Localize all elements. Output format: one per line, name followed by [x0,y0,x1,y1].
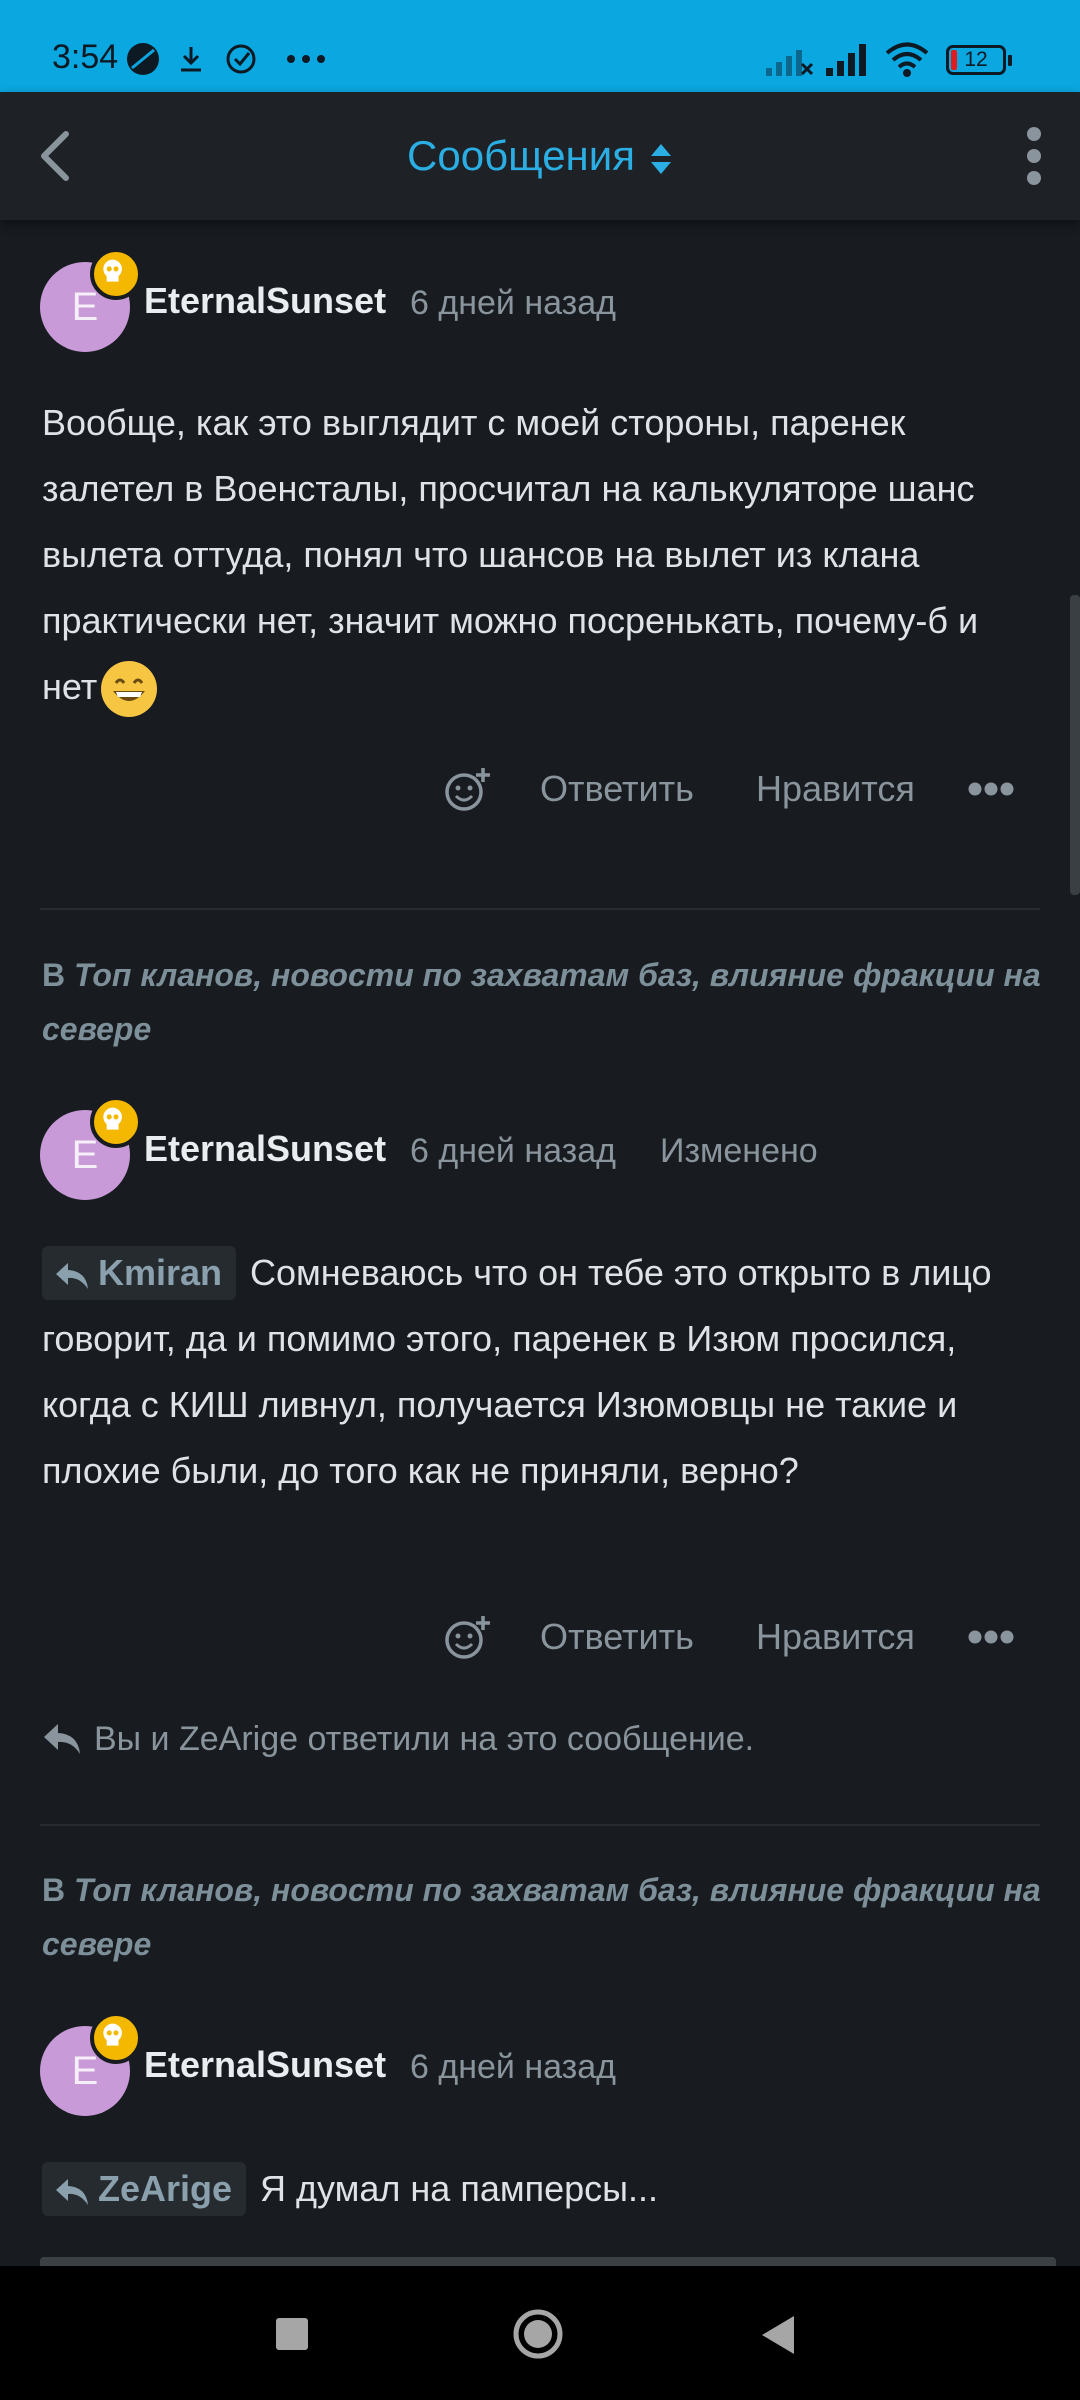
task-done-icon [226,44,256,74]
replied-note[interactable]: Вы и ZeArige ответили на это сообщение. [42,1720,754,1759]
system-nav-bar [0,2266,1080,2400]
reply-button[interactable]: Ответить [540,768,694,810]
topic-title: Топ кланов, новости по захватам баз, вли… [42,957,1041,1047]
page-title[interactable]: Сообщения [0,132,1080,180]
message-text-content: Я думал на памперсы... [260,2168,659,2209]
replied-note-text: Вы и ZeArige ответили на это сообщение. [94,1720,755,1758]
author-name[interactable]: EternalSunset [144,280,386,322]
status-time: 3:54 [52,38,119,76]
topic-prefix: В [42,1872,66,1908]
message-text: Вообще, как это выглядит с моей стороны,… [42,390,1042,720]
page-title-text: Сообщения [407,132,635,179]
message-text: Kmiran Сомневаюсь что он тебе это открыто… [42,1240,1042,1504]
download-icon [181,47,201,72]
back-nav-icon[interactable] [758,2314,796,2356]
more-horiz-icon[interactable] [968,782,1014,796]
app-bar: Сообщения [0,92,1080,220]
topic-link[interactable]: В Топ кланов, новости по захватам баз, в… [42,948,1042,1056]
more-horiz-icon[interactable] [968,1630,1014,1644]
battery-indicator: 12 [946,45,1012,75]
reply-button[interactable]: Ответить [540,1616,694,1658]
message-text-content: Вообще, как это выглядит с моей стороны,… [42,402,979,707]
skull-badge-icon [90,1096,142,1148]
reply-box-edge [40,2257,1056,2266]
author-name[interactable]: EternalSunset [144,2044,386,2086]
like-button[interactable]: Нравится [756,768,915,810]
reply-icon [56,2179,88,2205]
more-notifications-icon [287,55,325,63]
divider [40,908,1040,910]
signal-no-service-icon [766,50,814,76]
reply-icon [56,1263,88,1289]
divider [40,1824,1040,1826]
sort-icon [650,143,671,174]
app-notification-icon [127,43,159,75]
message-text: ZeArige Я думал на памперсы... [42,2156,1042,2222]
scrollbar[interactable] [1070,595,1080,895]
home-icon[interactable] [512,2308,564,2360]
battery-level: 12 [964,48,988,71]
quoted-user: Kmiran [98,1252,223,1293]
message-time: 6 дней назад [410,1132,616,1170]
status-bar: 3:54 12 [0,0,1080,92]
signal-icon [826,44,866,76]
add-reaction-icon[interactable] [444,766,492,814]
message-time: 6 дней назад [410,2048,616,2086]
topic-link[interactable]: В Топ кланов, новости по захватам баз, в… [42,1863,1042,1971]
skull-badge-icon [90,2012,142,2064]
quoted-user: ZeArige [98,2168,233,2209]
recent-apps-icon[interactable] [274,2316,310,2352]
reply-icon [44,1724,80,1754]
skull-badge-icon [90,248,142,300]
message-time: 6 дней назад [410,284,616,322]
edited-label: Изменено [660,1132,818,1170]
topic-prefix: В [42,957,66,993]
messages-list[interactable]: E EternalSunset 6 дней назад Вообще, как… [0,220,1080,2266]
grinning-emoji-icon [101,661,158,718]
add-reaction-icon[interactable] [444,1614,492,1662]
author-name[interactable]: EternalSunset [144,1128,386,1170]
quote-chip[interactable]: Kmiran [42,1246,237,1300]
more-vert-icon[interactable] [1024,126,1044,186]
like-button[interactable]: Нравится [756,1616,915,1658]
wifi-icon [885,42,929,77]
quote-chip[interactable]: ZeArige [42,2162,247,2216]
message-actions: Ответить Нравится [0,760,1080,820]
message-actions: Ответить Нравится [0,1608,1080,1668]
topic-title: Топ кланов, новости по захватам баз, вли… [42,1872,1041,1962]
